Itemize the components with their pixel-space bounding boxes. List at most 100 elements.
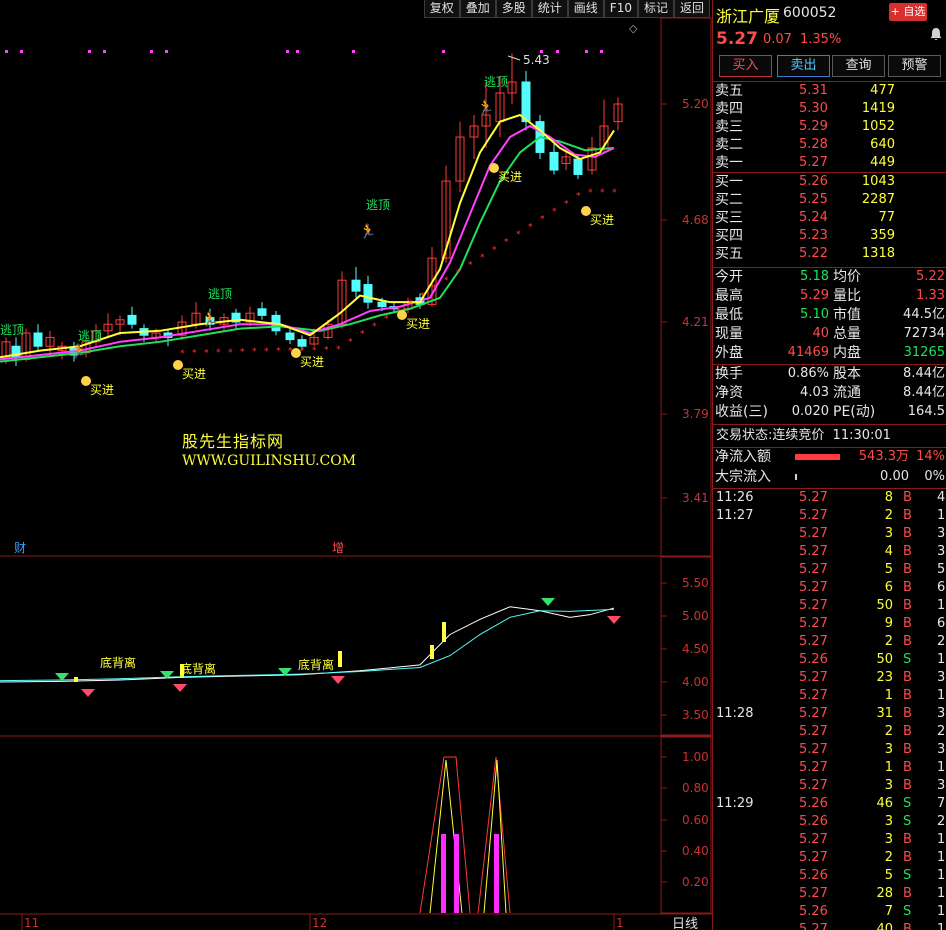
tick-row[interactable]: 5.27 1 B 1 (713, 687, 946, 705)
tick-row[interactable]: 5.27 3 B 3 (713, 525, 946, 543)
tick-row[interactable]: 5.27 3 B 3 (713, 777, 946, 795)
tick-count: 7 (937, 796, 946, 811)
tick-row[interactable]: 11:28 5.27 31 B 3 (713, 705, 946, 723)
trade-status: 交易状态:连续竞价 11:30:01 (716, 427, 891, 445)
tick-row[interactable]: 5.27 5 B 5 (713, 561, 946, 579)
tick-direction: B (903, 760, 912, 775)
tick-row[interactable]: 11:27 5.27 2 B 1 (713, 507, 946, 525)
increase-marker: 增 (332, 541, 344, 555)
flow-value: 543.3万 (858, 449, 909, 464)
toolbar-multi-stock-button[interactable]: 多股 (495, 0, 532, 18)
ask-label: 卖四 (715, 101, 743, 117)
toolbar-back-button[interactable]: 返回 (673, 0, 710, 18)
tick-row[interactable]: 5.27 6 B 6 (713, 579, 946, 597)
tick-row[interactable]: 5.26 5 S 1 (713, 867, 946, 885)
tick-row[interactable]: 5.27 23 B 3 (713, 669, 946, 687)
sar-dot: * (564, 199, 569, 209)
tick-row[interactable]: 5.27 2 B 2 (713, 633, 946, 651)
sar-dot: * (492, 245, 497, 255)
signal-dot (88, 50, 91, 53)
fund-row: 换手 0.86% 股本 8.44亿 (713, 365, 946, 384)
tick-row[interactable]: 5.26 7 S 1 (713, 903, 946, 921)
tick-row[interactable]: 5.27 4 B 3 (713, 543, 946, 561)
bid-row[interactable]: 买五 5.22 1318 (713, 245, 946, 263)
ask-row[interactable]: 卖三 5.29 1052 (713, 118, 946, 136)
sar-dot: * (456, 268, 461, 278)
tick-row[interactable]: 5.26 50 S 1 (713, 651, 946, 669)
stat-label: 内盘 (833, 345, 861, 361)
high-price-label: 5.43 (523, 53, 550, 67)
tick-price: 5.27 (799, 688, 828, 703)
add-watchlist-button[interactable]: + 自选 (889, 3, 927, 21)
tick-row[interactable]: 5.27 2 B 1 (713, 849, 946, 867)
sar-dot: * (468, 261, 473, 271)
sub1-axis-label: 4.50 (682, 642, 709, 656)
toolbar-draw-button[interactable]: 画线 (567, 0, 604, 18)
tick-row[interactable]: 11:29 5.26 46 S 7 (713, 795, 946, 813)
tick-row[interactable]: 5.27 2 B 2 (713, 723, 946, 741)
ask-row[interactable]: 卖二 5.28 640 (713, 136, 946, 154)
tick-price: 5.27 (799, 526, 828, 541)
signal-dot (5, 50, 8, 53)
toolbar-f10-button[interactable]: F10 (603, 0, 638, 18)
bid-row[interactable]: 买四 5.23 359 (713, 227, 946, 245)
toolbar-mark-button[interactable]: 标记 (637, 0, 674, 18)
date-label: 12 (312, 916, 327, 930)
tick-row[interactable]: 11:26 5.27 8 B 4 (713, 489, 946, 507)
toolbar-overlay-button[interactable]: 叠加 (459, 0, 496, 18)
query-button[interactable]: 查询 (832, 55, 885, 77)
tick-count: 1 (937, 904, 946, 919)
sar-dot: * (348, 337, 353, 347)
tick-direction: B (903, 688, 912, 703)
tick-row[interactable]: 5.27 1 B 1 (713, 759, 946, 777)
tick-row[interactable]: 5.26 3 S 2 (713, 813, 946, 831)
tick-row[interactable]: 5.27 28 B 1 (713, 885, 946, 903)
ask-row[interactable]: 卖五 5.31 477 (713, 82, 946, 100)
alert-button[interactable]: 预警 (888, 55, 941, 77)
bid-row[interactable]: 买三 5.24 77 (713, 209, 946, 227)
sar-dot: * (528, 222, 533, 232)
tick-row[interactable]: 5.27 3 B 1 (713, 831, 946, 849)
signal-dot (150, 50, 153, 53)
toolbar-fuquan-button[interactable]: 复权 (423, 0, 460, 18)
sub2-axis-label: 0.60 (682, 813, 709, 827)
buy-button[interactable]: 买入 (719, 55, 772, 77)
tick-count: 1 (937, 508, 946, 523)
tick-row[interactable]: 5.27 50 B 1 (713, 597, 946, 615)
signal-bar (74, 677, 78, 682)
kline-chart-area[interactable]: 5.20 4.68 4.21 3.79 3.41 * * * * * * * * * * * * * * * * * * * *… (0, 0, 712, 930)
toolbar-stats-button[interactable]: 统计 (531, 0, 568, 18)
tick-row[interactable]: 5.27 9 B 6 (713, 615, 946, 633)
period-selector[interactable]: 日线 (672, 917, 698, 930)
stat-value: 1.33 (916, 288, 945, 303)
tick-direction: S (903, 868, 912, 883)
escape-top-label: 逃顶 (0, 323, 24, 337)
buy-label: 买进 (90, 383, 114, 397)
bid-row[interactable]: 买二 5.25 2287 (713, 191, 946, 209)
tick-row[interactable]: 5.27 3 B 3 (713, 741, 946, 759)
price-change: 0.07 (763, 32, 792, 47)
sar-dot: * (576, 192, 581, 202)
sar-dot: * (480, 253, 485, 263)
tick-direction: B (903, 616, 912, 631)
tick-list[interactable]: 11:26 5.27 8 B 4 11:27 5.27 2 B 1 5.27 3 B 3 5.27 4 B 3 5.… (713, 489, 946, 930)
sar-dot: * (276, 347, 281, 357)
bell-icon[interactable] (929, 27, 943, 41)
ask-price: 5.29 (799, 119, 828, 134)
sell-button[interactable]: 卖出 (777, 55, 830, 77)
bid-volume: 1043 (861, 174, 895, 189)
tick-time: 11:28 (716, 706, 754, 721)
stat-value: 44.5亿 (903, 307, 945, 322)
ask-volume: 1052 (861, 119, 895, 134)
fund-value: 4.03 (800, 385, 829, 400)
tick-row[interactable]: 5.27 40 B 1 (713, 921, 946, 930)
stat-label: 市值 (833, 307, 861, 323)
sub1-axis-label: 4.00 (682, 675, 709, 689)
ask-row[interactable]: 卖一 5.27 449 (713, 154, 946, 172)
tick-count: 1 (937, 922, 946, 930)
tick-volume: 23 (876, 670, 893, 685)
bid-row[interactable]: 买一 5.26 1043 (713, 173, 946, 191)
ask-row[interactable]: 卖四 5.30 1419 (713, 100, 946, 118)
bid-price: 5.26 (799, 174, 828, 189)
candle-body (33, 332, 43, 347)
